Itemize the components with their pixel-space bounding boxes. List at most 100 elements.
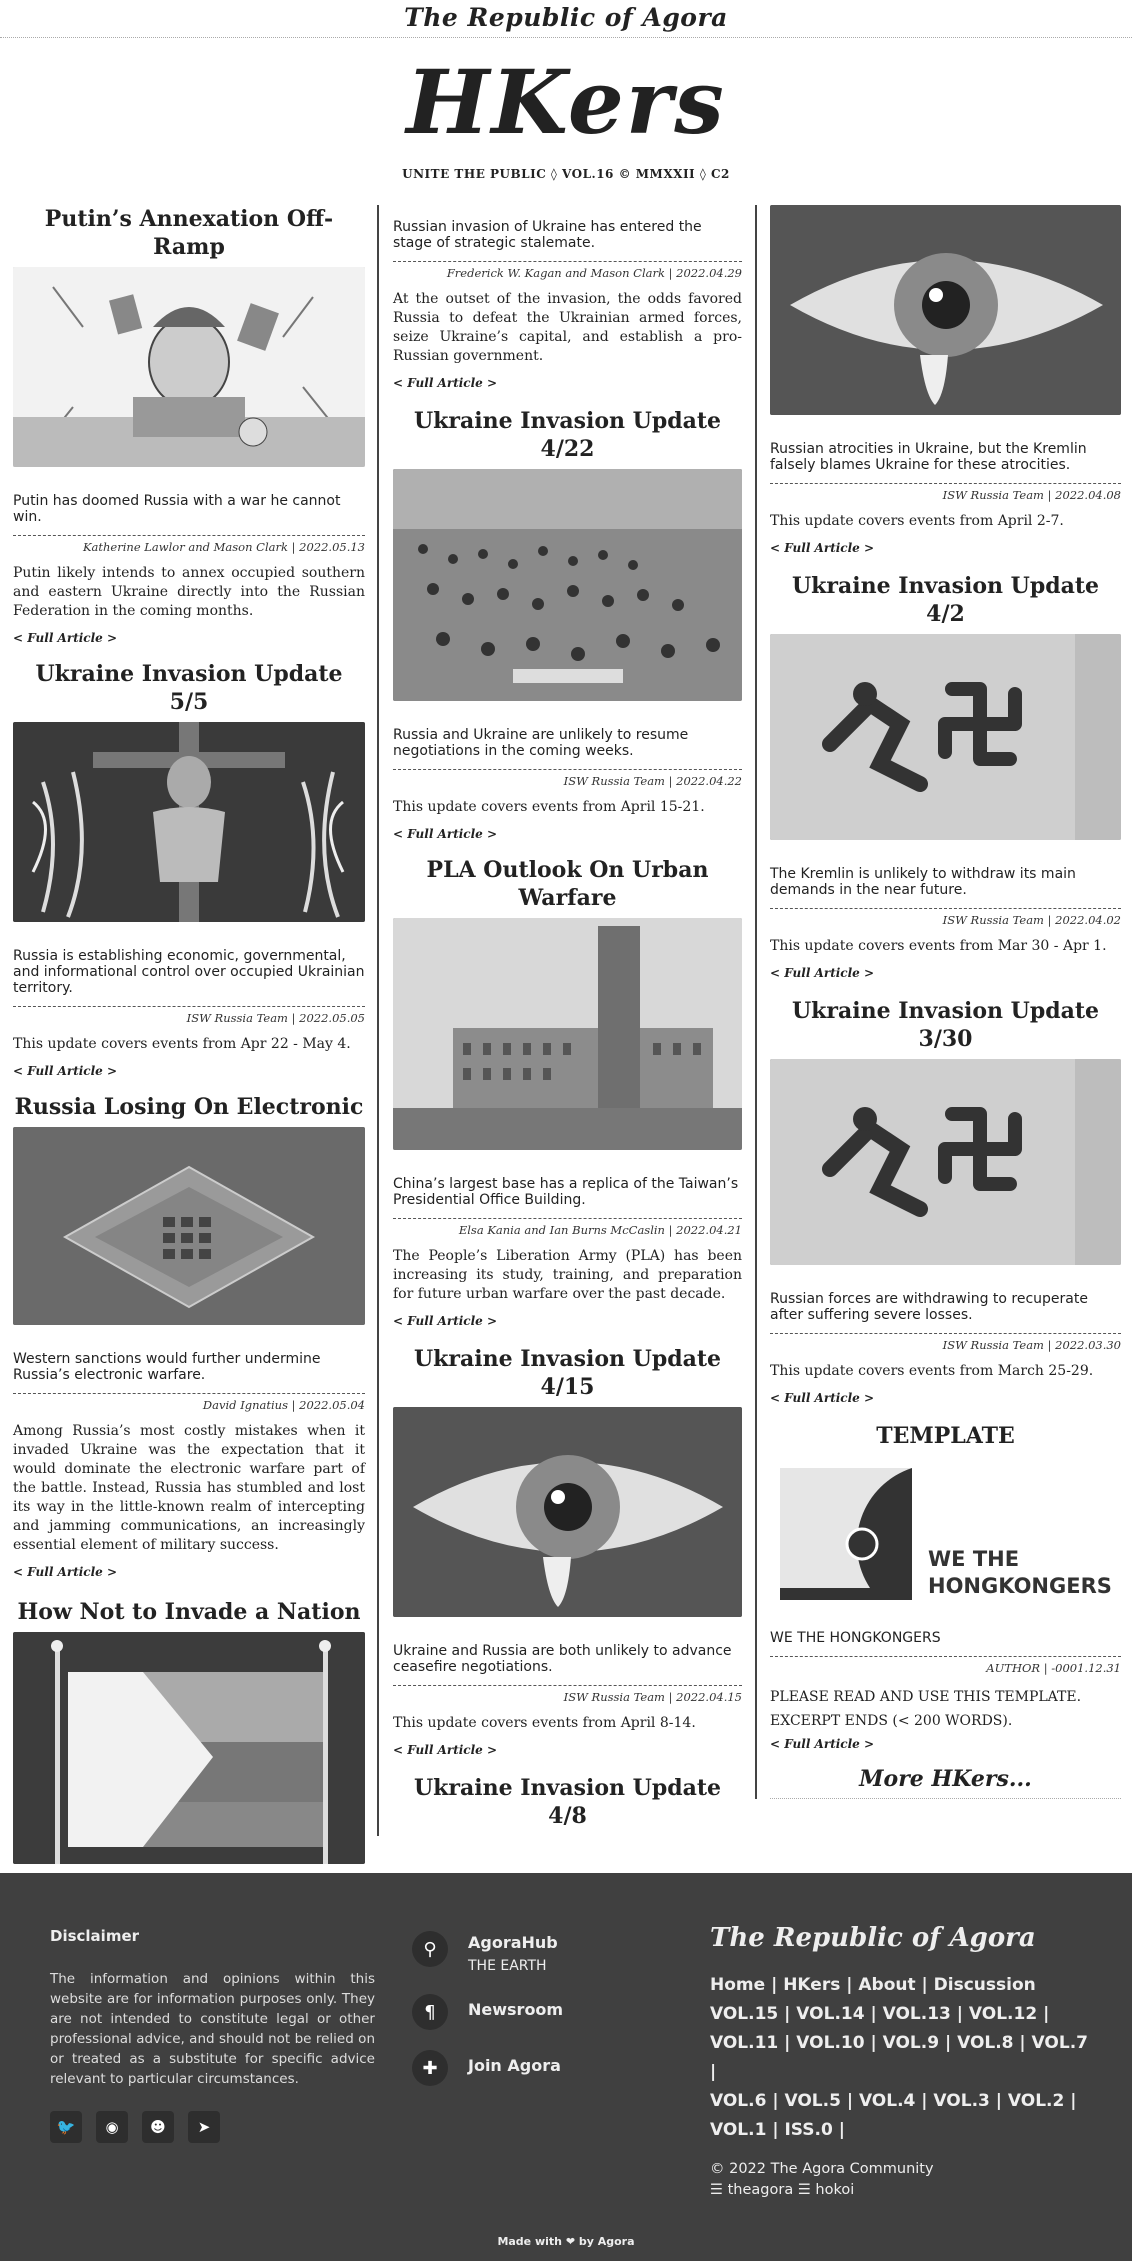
column-middle: Russian invasion of Ukraine has entered …: [377, 205, 742, 1836]
pilcrow-icon: ¶: [412, 1994, 448, 2030]
article-byline: Frederick W. Kagan and Mason Clark | 202…: [393, 261, 742, 280]
article-image[interactable]: [770, 205, 1121, 415]
newsroom-link[interactable]: ¶ Newsroom: [412, 1994, 682, 2030]
full-article-link[interactable]: < Full Article >: [393, 376, 497, 390]
article-image[interactable]: [13, 722, 365, 922]
full-article-link[interactable]: < Full Article >: [770, 1391, 874, 1405]
nav-line[interactable]: Home | HKers | About | Discussion: [710, 1971, 1090, 2000]
masthead: HKers: [0, 52, 1132, 152]
column-right: Russian atrocities in Ukraine, but the K…: [755, 205, 1121, 1799]
full-article-link[interactable]: < Full Article >: [770, 541, 874, 555]
article-byline: ISW Russia Team | 2022.04.22: [393, 769, 742, 788]
article-image[interactable]: [13, 267, 365, 467]
article-card: Russia Losing On Electronic Western sanc…: [13, 1093, 365, 1580]
article-excerpt: The People’s Liberation Army (PLA) has b…: [393, 1248, 742, 1302]
article-byline: ISW Russia Team | 2022.04.02: [770, 908, 1121, 927]
article-title[interactable]: PLA Outlook On Urban Warfare: [393, 856, 742, 912]
copyright-text: © 2022 The Agora Community: [710, 2161, 934, 2177]
site-brand-link[interactable]: The Republic of Agora: [404, 3, 728, 32]
article-card: Ukraine Invasion Update 4/8: [393, 1774, 742, 1830]
article-lede: Russia is establishing economic, governm…: [13, 948, 365, 996]
article-byline: ISW Russia Team | 2022.04.08: [770, 483, 1121, 502]
article-excerpt: This update covers events from April 2-7…: [770, 513, 1064, 529]
article-lede: Ukraine and Russia are both unlikely to …: [393, 1643, 732, 1675]
full-article-link[interactable]: < Full Article >: [13, 1064, 117, 1078]
article-title[interactable]: Putin’s Annexation Off-Ramp: [13, 205, 365, 261]
telegram-icon[interactable]: ➤: [188, 2111, 220, 2143]
full-article-link[interactable]: < Full Article >: [770, 1737, 874, 1751]
nav-line[interactable]: VOL.1 | ISS.0 |: [710, 2116, 1090, 2145]
article-byline: Katherine Lawlor and Mason Clark | 2022.…: [13, 535, 365, 554]
article-card: PLA Outlook On Urban Warfare China’s lar…: [393, 856, 742, 1329]
article-byline: David Ignatius | 2022.05.04: [13, 1393, 365, 1412]
article-byline: ISW Russia Team | 2022.04.15: [393, 1685, 742, 1704]
article-image[interactable]: [13, 1127, 365, 1325]
agorahub-title: AgoraHub: [468, 1933, 558, 1952]
article-lede: China’s largest base has a replica of th…: [393, 1176, 739, 1208]
article-title[interactable]: Ukraine Invasion Update 4/2: [770, 572, 1121, 628]
article-image[interactable]: [393, 918, 742, 1150]
article-card: Ukraine Invasion Update 3/30 Russian for…: [770, 997, 1121, 1406]
article-card: Ukraine Invasion Update 4/22 Russia and …: [393, 407, 742, 842]
article-image[interactable]: [770, 634, 1121, 840]
more-hkers-section: More HKers...: [770, 1766, 1121, 1799]
full-article-link[interactable]: < Full Article >: [393, 1743, 497, 1757]
article-image[interactable]: [393, 469, 742, 701]
made-with-text: Made with ❤ by Agora: [497, 2235, 635, 2248]
reddit-icon[interactable]: ☻: [142, 2111, 174, 2143]
article-title[interactable]: Ukraine Invasion Update 4/15: [393, 1345, 742, 1401]
join-agora-link[interactable]: ✚ Join Agora: [412, 2050, 682, 2086]
puzzle-icon: ✚: [412, 2050, 448, 2086]
article-card: TEMPLATE WE THE HONGKONGERS WE THE HONGK…: [770, 1422, 1121, 1752]
template-logo-line2: HONGKONGERS: [928, 1574, 1112, 1598]
agorahub-link[interactable]: ⚲ AgoraHub THE EARTH: [412, 1931, 682, 1974]
article-lede: Western sanctions would further undermin…: [13, 1351, 321, 1383]
agorahub-sub: THE EARTH: [468, 1958, 547, 1974]
article-lede: Putin has doomed Russia with a war he ca…: [13, 493, 341, 525]
footer-disclaimer: Disclaimer The information and opinions …: [50, 1927, 375, 2143]
footer-copyright: © 2022 The Agora Community ☰ theagora ☰ …: [710, 2159, 1090, 2201]
article-byline: ISW Russia Team | 2022.03.30: [770, 1333, 1121, 1352]
map-pin-icon: ⚲: [412, 1931, 448, 1967]
article-title[interactable]: Ukraine Invasion Update 3/30: [770, 997, 1121, 1053]
article-title[interactable]: How Not to Invade a Nation: [13, 1598, 365, 1626]
full-article-link[interactable]: < Full Article >: [13, 1565, 117, 1579]
article-image[interactable]: [13, 1632, 365, 1864]
full-article-link[interactable]: < Full Article >: [393, 827, 497, 841]
article-title[interactable]: TEMPLATE: [770, 1422, 1121, 1450]
social-links: 🐦 ◉ ☻ ➤: [50, 2111, 375, 2143]
footer-nav: The Republic of Agora Home | HKers | Abo…: [710, 1923, 1090, 2201]
more-hkers-link[interactable]: More HKers...: [859, 1766, 1032, 1792]
article-lede: Russian forces are withdrawing to recupe…: [770, 1291, 1088, 1323]
article-image[interactable]: [393, 1407, 742, 1617]
article-image[interactable]: [770, 1059, 1121, 1265]
full-article-link[interactable]: < Full Article >: [13, 631, 117, 645]
article-title[interactable]: Ukraine Invasion Update 4/22: [393, 407, 742, 463]
article-title[interactable]: Ukraine Invasion Update 4/8: [393, 1774, 742, 1830]
handles-text: ☰ theagora ☰ hokoi: [710, 2182, 855, 2198]
github-icon[interactable]: ◉: [96, 2111, 128, 2143]
footer-nav-links: Home | HKers | About | Discussion VOL.15…: [710, 1971, 1090, 2145]
template-logo-image[interactable]: WE THE HONGKONGERS: [770, 1456, 1121, 1616]
article-excerpt: At the outset of the invasion, the odds …: [393, 291, 742, 364]
footer-brand[interactable]: The Republic of Agora: [710, 1923, 1090, 1953]
join-agora-label: Join Agora: [468, 2056, 561, 2075]
nav-line[interactable]: VOL.15 | VOL.14 | VOL.13 | VOL.12 |: [710, 2000, 1090, 2029]
full-article-link[interactable]: < Full Article >: [770, 966, 874, 980]
article-card: How Not to Invade a Nation: [13, 1598, 365, 1864]
full-article-link[interactable]: < Full Article >: [393, 1314, 497, 1328]
nav-line[interactable]: VOL.6 | VOL.5 | VOL.4 | VOL.3 | VOL.2 |: [710, 2087, 1090, 2116]
article-card: Putin’s Annexation Off-Ramp Putin has do…: [13, 205, 365, 646]
article-excerpt: This update covers events from April 15-…: [393, 799, 705, 815]
article-lede: Russia and Ukraine are unlikely to resum…: [393, 727, 689, 759]
article-title[interactable]: Ukraine Invasion Update 5/5: [13, 660, 365, 716]
article-excerpt: Among Russia’s most costly mistakes when…: [13, 1423, 365, 1553]
disclaimer-title: Disclaimer: [50, 1927, 140, 1945]
hkers-logo[interactable]: HKers: [0, 52, 1132, 152]
footer-links: ⚲ AgoraHub THE EARTH ¶ Newsroom ✚ Join A…: [412, 1931, 682, 2106]
article-card: Ukraine Invasion Update 4/15 Ukraine and…: [393, 1345, 742, 1758]
nav-line[interactable]: VOL.11 | VOL.10 | VOL.9 | VOL.8 | VOL.7 …: [710, 2029, 1090, 2087]
article-excerpt: PLEASE READ AND USE THIS TEMPLATE. EXCER…: [770, 1689, 1082, 1729]
article-title[interactable]: Russia Losing On Electronic: [13, 1093, 365, 1121]
twitter-icon[interactable]: 🐦: [50, 2111, 82, 2143]
